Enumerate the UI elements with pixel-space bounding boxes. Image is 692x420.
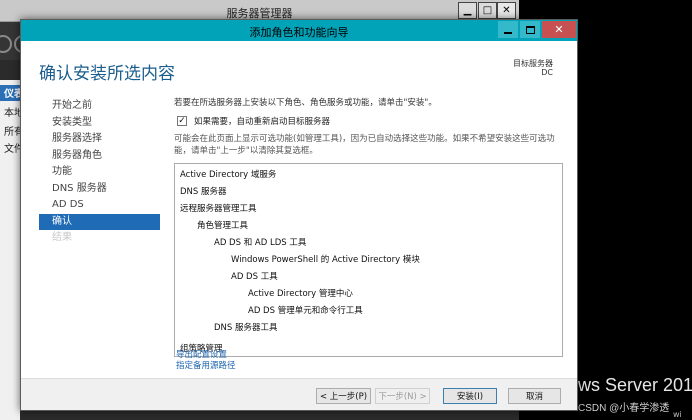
sidebar-item-local-server[interactable]: 本地服务器 xyxy=(0,104,20,120)
dialog-minimize-button[interactable] xyxy=(498,21,518,38)
feature-item: DNS 服务器工具 xyxy=(214,323,278,333)
next-button[interactable]: 下一步(N) > xyxy=(375,388,430,404)
wizard-step[interactable]: 开始之前 xyxy=(39,98,160,115)
cancel-button[interactable]: 取消 xyxy=(508,388,561,404)
optional-features-note: 可能会在此页面上显示可选功能(如管理工具)，因为已自动选择这些功能。如果不希望安… xyxy=(174,134,555,144)
feature-item: Active Directory 管理中心 xyxy=(248,289,353,299)
feature-item: 远程服务器管理工具 xyxy=(180,204,257,214)
dialog-title: 添加角色和功能向导 xyxy=(249,26,349,39)
add-roles-wizard-dialog: 添加角色和功能向导 ✕ 确认安装所选内容 目标服务器 DC 开始之前 安装类型 服务… xyxy=(20,19,578,411)
feature-item: DNS 服务器 xyxy=(180,187,227,197)
alternate-source-path-link[interactable]: 指定备用源路径 xyxy=(176,359,236,371)
minimize-icon xyxy=(504,31,512,34)
page-title: 确认安装所选内容 xyxy=(39,64,175,84)
minimize-button[interactable]: ▁ xyxy=(458,2,477,19)
install-button[interactable]: 安装(I) xyxy=(443,388,497,404)
maximize-icon: □ xyxy=(482,5,493,16)
sidebar-item-dashboard[interactable]: 仪表板 xyxy=(0,85,20,101)
wizard-step[interactable]: AD DS xyxy=(39,197,160,214)
optional-features-note-2: 能，请单击"上一步"以清除其复选框。 xyxy=(174,146,318,156)
feature-item: Active Directory 域服务 xyxy=(180,170,277,180)
windows-server-brand: ws Server 2012 xyxy=(578,375,692,395)
server-manager-sidebar: 仪表板 本地服务器 所有服务器 文件和存储服务 xyxy=(0,80,20,420)
intro-text: 若要在所选服务器上安装以下角色、角色服务或功能，请单击"安装"。 xyxy=(174,98,437,108)
feature-item: 角色管理工具 xyxy=(197,221,249,231)
maximize-icon xyxy=(525,25,535,34)
close-icon: ✕ xyxy=(554,23,564,36)
wizard-step[interactable]: 功能 xyxy=(39,164,160,181)
close-button[interactable]: ✕ xyxy=(497,2,516,19)
feature-item: AD DS 和 AD LDS 工具 xyxy=(214,238,307,248)
wizard-step[interactable]: 服务器选择 xyxy=(39,131,160,148)
sidebar-item-all-servers[interactable]: 所有服务器 xyxy=(0,123,20,139)
wizard-step: 结果 xyxy=(52,232,72,243)
wizard-step[interactable]: DNS 服务器 xyxy=(39,181,160,198)
previous-button[interactable]: < 上一步(P) xyxy=(316,388,371,404)
selected-features-list[interactable]: Active Directory 域服务 DNS 服务器远程服务器管理工具角色管理… xyxy=(174,163,563,357)
wizard-steps: 开始之前 安装类型 服务器选择 服务器角色 功能 DNS 服务器 AD DS 确认结果 xyxy=(39,98,160,247)
maximize-button[interactable]: □ xyxy=(478,2,497,19)
sidebar-item-file-storage[interactable]: 文件和存储服务 xyxy=(0,140,20,156)
close-icon: ✕ xyxy=(502,5,511,16)
minimize-icon: ▁ xyxy=(463,5,472,16)
checkmark-icon: ✓ xyxy=(178,115,186,126)
feature-item: AD DS 管理单元和命令行工具 xyxy=(248,306,363,316)
dialog-footer: < 上一步(P) 下一步(N) > 安装(I) 取消 xyxy=(21,378,577,410)
back-arrow-icon[interactable] xyxy=(0,35,12,53)
wizard-step[interactable]: 安装类型 xyxy=(39,115,160,132)
feature-item: Windows PowerShell 的 Active Directory 模块 xyxy=(231,255,420,265)
dialog-titlebar: 添加角色和功能向导 ✕ xyxy=(21,20,577,41)
restart-option: ✓ 如果需要，自动重新启动目标服务器 xyxy=(174,115,330,127)
wizard-step: 确认 xyxy=(39,213,160,230)
restart-checkbox-label[interactable]: 如果需要，自动重新启动目标服务器 xyxy=(194,115,330,127)
restart-checkbox[interactable]: ✓ xyxy=(177,116,187,126)
csdn-watermark: CSDN @小春学渗透 xyxy=(578,403,670,414)
watermark-tail: wi xyxy=(673,410,682,419)
target-server-name: DC xyxy=(541,68,553,77)
feature-item: AD DS 工具 xyxy=(231,272,278,282)
dialog-close-button[interactable]: ✕ xyxy=(542,21,576,38)
wizard-step[interactable]: 服务器角色 xyxy=(39,148,160,165)
dialog-maximize-button[interactable] xyxy=(520,21,540,38)
confirmation-content: 若要在所选服务器上安装以下角色、角色服务或功能，请单击"安装"。 ✓ 如果需要，… xyxy=(174,96,564,156)
